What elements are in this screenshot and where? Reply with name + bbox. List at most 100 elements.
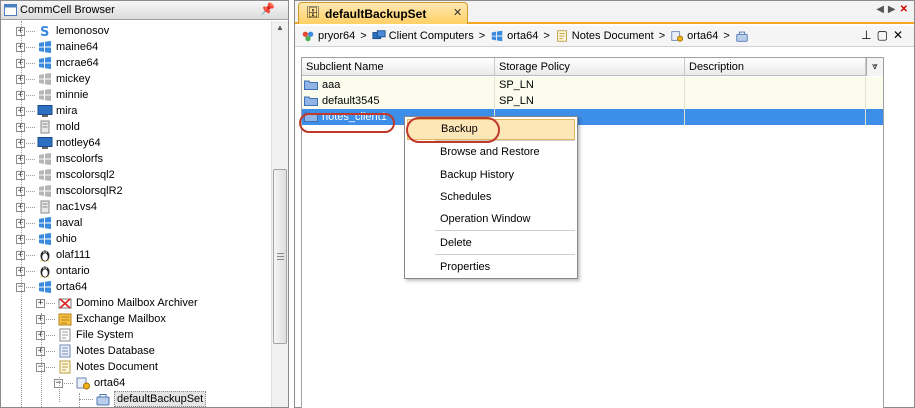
column-chooser-icon[interactable]: ⩔ xyxy=(866,58,883,76)
breadcrumb-item[interactable]: orta64 xyxy=(670,29,718,43)
tree-node-label[interactable]: mscolorfs xyxy=(56,151,103,167)
tree-node-label[interactable]: mold xyxy=(56,119,80,135)
restore-icon[interactable]: ▢ xyxy=(877,28,893,42)
tree-node-label[interactable]: Exchange Mailbox xyxy=(76,311,166,327)
tree-node-label[interactable]: mickey xyxy=(56,71,90,87)
tree-node-label[interactable]: Notes Document xyxy=(76,359,158,375)
tab-next-icon[interactable]: ▶ xyxy=(888,4,900,15)
tree-node-label[interactable]: defaultBackupSet xyxy=(114,391,207,407)
tree-node[interactable]: + maine64 xyxy=(1,39,271,55)
client-computers-icon xyxy=(372,29,386,43)
tree-node-label[interactable]: maine64 xyxy=(56,39,98,55)
tree-guide-line xyxy=(41,313,42,408)
tab-prev-icon[interactable]: ◀ xyxy=(876,4,888,15)
menu-item-schedules[interactable]: Schedules xyxy=(407,187,575,208)
column-storage-policy[interactable]: Storage Policy xyxy=(495,58,685,76)
tree-node-label[interactable]: ohio xyxy=(56,231,77,247)
windows-gray-icon xyxy=(37,168,53,182)
windows-icon xyxy=(37,232,53,246)
expand-toggle-icon[interactable]: + xyxy=(36,299,45,308)
breadcrumb-item[interactable]: Notes Document xyxy=(555,29,654,43)
table-row[interactable]: aaa SP_LN xyxy=(302,77,883,93)
tree-node-label[interactable]: mira xyxy=(56,103,77,119)
server-s-icon: S xyxy=(37,24,53,38)
tree-node-label[interactable]: orta64 xyxy=(94,375,125,391)
breadcrumb: pryor64 > Client Computers > orta64 > Notes Do… xyxy=(301,29,749,43)
tree-node-label[interactable]: motley64 xyxy=(56,135,101,151)
commcell-browser-pane: CommCell Browser 📌 + Slemonosov + maine64 + m… xyxy=(0,0,289,408)
menu-item-properties[interactable]: Properties xyxy=(407,257,575,278)
tree-node[interactable]: + motley64 xyxy=(1,135,271,151)
windows-icon xyxy=(37,56,53,70)
tree-node-label[interactable]: nac1vs4 xyxy=(56,199,97,215)
column-subclient-name[interactable]: Subclient Name xyxy=(302,58,495,76)
close-icon[interactable]: ✕ xyxy=(893,28,908,42)
menu-item-delete[interactable]: Delete xyxy=(407,233,575,254)
windows-gray-icon xyxy=(37,152,53,166)
tree-node-label[interactable]: lemonosov xyxy=(56,23,109,39)
tree-node[interactable]: + ohio xyxy=(1,231,271,247)
tree-node[interactable]: + mscolorsql2 xyxy=(1,167,271,183)
tab-default-backupset[interactable]: 🗄 defaultBackupSet ✕ xyxy=(298,2,468,24)
tree-node-label[interactable]: minnie xyxy=(56,87,88,103)
tree-node-label[interactable]: mscolorsqlR2 xyxy=(56,183,123,199)
instance-icon xyxy=(75,376,91,390)
tree-node[interactable]: + mscolorfs xyxy=(1,151,271,167)
breadcrumb-item[interactable]: Client Computers xyxy=(372,29,474,43)
scrollbar-thumb[interactable] xyxy=(273,169,287,344)
tree-node-label[interactable]: File System xyxy=(76,327,133,343)
tree-node-label[interactable]: naval xyxy=(56,215,82,231)
commcell-tree[interactable]: + Slemonosov + maine64 + mcrae64 + mickey + minni… xyxy=(1,21,271,408)
tree-node-label[interactable]: ontario xyxy=(56,263,90,279)
commcell-icon xyxy=(301,29,315,43)
tree-node-label[interactable]: mcrae64 xyxy=(56,55,99,71)
tab-label: defaultBackupSet xyxy=(325,7,427,21)
tree-node-label[interactable]: olaf111 xyxy=(56,247,90,263)
linux-icon xyxy=(37,248,53,262)
table-row[interactable]: default3545 SP_LN xyxy=(302,93,883,109)
breadcrumb-separator: > xyxy=(360,30,367,42)
file-system-icon xyxy=(57,328,73,342)
tree-node[interactable]: − orta64 xyxy=(1,279,271,295)
column-description[interactable]: Description xyxy=(685,58,866,76)
tree-node[interactable]: + Slemonosov xyxy=(1,23,271,39)
menu-item-browse-and-restore[interactable]: Browse and Restore xyxy=(407,142,575,163)
pin-icon[interactable]: 📌 xyxy=(260,2,275,16)
close-all-tabs-icon[interactable]: ✕ xyxy=(900,4,912,15)
tree-node[interactable]: + ontario xyxy=(1,263,271,279)
storage-policy-cell: SP_LN xyxy=(495,93,685,109)
tree-node[interactable]: + mcrae64 xyxy=(1,55,271,71)
windows-gray-icon xyxy=(37,184,53,198)
storage-policy-cell-text: SP_LN xyxy=(499,95,534,107)
description-cell xyxy=(685,109,866,125)
tree-node-label[interactable]: mscolorsql2 xyxy=(56,167,115,183)
tree-node[interactable]: + Domino Mailbox Archiver xyxy=(1,295,271,311)
tree-node-label[interactable]: Notes Database xyxy=(76,343,155,359)
notes-database-icon xyxy=(57,344,73,358)
windows-icon xyxy=(37,216,53,230)
pin-icon[interactable]: ⊥ xyxy=(861,28,876,42)
breadcrumb-item[interactable]: pryor64 xyxy=(301,29,355,43)
menu-item-operation-window[interactable]: Operation Window xyxy=(407,209,575,230)
tree-node[interactable]: + mscolorsqlR2 xyxy=(1,183,271,199)
tree-node[interactable]: + mira xyxy=(1,103,271,119)
menu-item-backup-history[interactable]: Backup History xyxy=(407,165,575,186)
scroll-up-arrow-icon[interactable]: ▲ xyxy=(276,23,284,32)
tree-guide-line xyxy=(79,393,80,408)
view-tools: ⊥▢✕ xyxy=(861,28,908,42)
tree-node[interactable]: + minnie xyxy=(1,87,271,103)
tree-node[interactable]: + mold xyxy=(1,119,271,135)
breadcrumb-label: Client Computers xyxy=(388,30,474,42)
breadcrumb-item[interactable]: orta64 xyxy=(490,29,538,43)
tree-node[interactable]: + olaf111 xyxy=(1,247,271,263)
tree-node-label[interactable]: Domino Mailbox Archiver xyxy=(76,295,198,311)
tab-close-icon[interactable]: ✕ xyxy=(453,6,462,19)
tree-scrollbar[interactable]: ▲ xyxy=(271,21,288,407)
breadcrumb-separator: > xyxy=(478,30,486,42)
tree-node-label[interactable]: orta64 xyxy=(56,279,87,295)
tree-node[interactable]: + mickey xyxy=(1,71,271,87)
tree-node[interactable]: + naval xyxy=(1,215,271,231)
tree-node[interactable]: + nac1vs4 xyxy=(1,199,271,215)
menu-separator xyxy=(435,254,575,255)
breadcrumb-item[interactable] xyxy=(735,29,749,43)
